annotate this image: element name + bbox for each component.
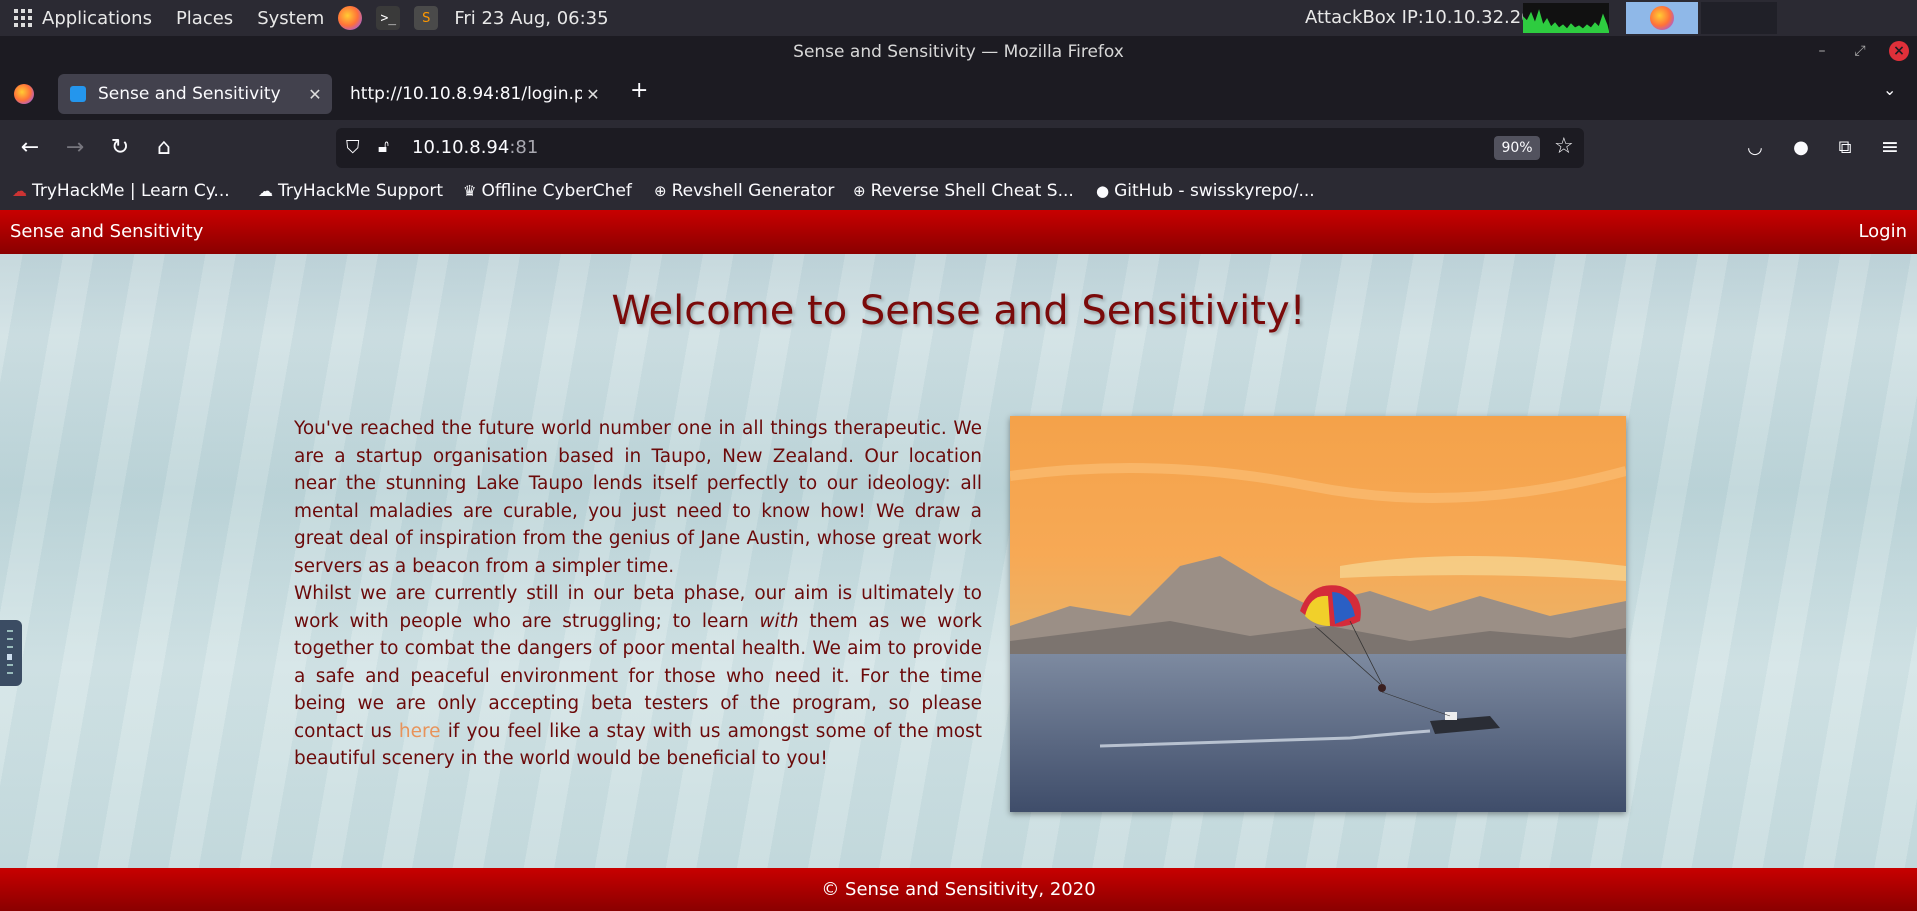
intro-paragraph-1: You've reached the future world number o… [294,418,982,577]
close-tab-icon[interactable]: ✕ [582,85,604,104]
contact-here-link[interactable]: here [399,721,441,742]
bookmark-revshell-generator[interactable]: ⊕ Revshell Generator [654,181,834,201]
insecure-lock-icon[interactable]: 🔓︎ [378,137,389,157]
bookmark-tryhackme-support[interactable]: ☁ TryHackMe Support [258,181,443,201]
places-menu[interactable]: Places [176,8,233,29]
globe-icon: ⊕ [853,182,866,200]
url-host: 10.10.8.94 [412,137,510,158]
bookmark-label: Offline CyberChef [481,181,632,201]
terminal-launcher-icon[interactable]: >_ [376,6,401,30]
top-panel: Applications Places System >_ S Fri 23 A… [0,0,1917,36]
lake-taupo-photo [1010,416,1626,812]
minimize-icon[interactable]: – [1812,41,1832,61]
pocket-icon[interactable]: ◡ [1740,133,1770,163]
maximize-icon[interactable]: ⤢ [1850,41,1870,61]
site-footer: © Sense and Sensitivity, 2020 [0,868,1917,911]
applications-menu[interactable]: Applications [42,8,152,29]
bookmark-offline-cyberchef[interactable]: ♛ Offline CyberChef [463,181,632,201]
bookmark-star-icon[interactable]: ☆ [1554,134,1574,159]
docker-favicon-icon [70,86,86,102]
close-window-icon[interactable]: × [1889,41,1909,61]
site-brand[interactable]: Sense and Sensitivity [10,221,203,242]
tab-login[interactable]: http://10.10.8.94:81/login.php ✕ [340,74,610,114]
back-icon[interactable]: ← [15,133,45,163]
firefox-taskbar-button[interactable] [1626,2,1698,34]
extension-badge-icon[interactable]: ● [1786,133,1816,163]
bookmark-github-swisskyrepo[interactable]: ● GitHub - swisskyrepo/... [1096,181,1315,201]
bookmark-label: GitHub - swisskyrepo/... [1114,181,1315,201]
side-panel-handle[interactable] [0,620,22,686]
bookmark-label: Reverse Shell Cheat S... [870,181,1074,201]
new-tab-icon[interactable]: + [630,78,648,103]
shield-icon[interactable]: ⛉ [346,137,360,158]
intro-text: You've reached the future world number o… [294,415,982,773]
home-icon[interactable]: ⌂ [149,133,179,163]
bookmark-label: TryHackMe | Learn Cy... [32,181,230,201]
bookmark-reverse-shell-cheat[interactable]: ⊕ Reverse Shell Cheat S... [853,181,1074,201]
reload-icon[interactable]: ↻ [105,133,135,163]
support-icon: ☁ [258,182,273,200]
github-icon: ● [1096,182,1110,200]
tab-title: Sense and Sensitivity [98,84,281,104]
system-menu[interactable]: System [257,8,324,29]
chef-icon: ♛ [463,182,477,200]
applications-grid-icon[interactable] [14,9,32,27]
bookmark-tryhackme[interactable]: ☁ TryHackMe | Learn Cy... [12,181,230,201]
emphasis-with: with [759,610,799,632]
list-tabs-chevron-icon[interactable]: ⌄ [1883,80,1896,99]
attackbox-ip: AttackBox IP:10.10.32.202 [1305,7,1545,28]
url-bar[interactable]: ⛉ 🔓︎ 10.10.8.94:81 90% ☆ [336,128,1584,168]
bookmark-label: Revshell Generator [671,181,835,201]
globe-icon: ⊕ [654,182,667,200]
bookmarks-toolbar: ☁ TryHackMe | Learn Cy... ☁ TryHackMe Supp… [0,176,1917,210]
firefox-icon [1650,6,1674,30]
login-link[interactable]: Login [1858,221,1907,242]
tab-sense-and-sensitivity[interactable]: Sense and Sensitivity ✕ [58,74,332,114]
close-tab-icon[interactable]: ✕ [304,85,326,104]
intro-paragraph-2: Whilst we are currently still in our bet… [294,580,982,773]
workspace-switcher[interactable] [1701,2,1777,34]
tryhackme-icon: ☁ [12,182,27,200]
zoom-level[interactable]: 90% [1494,136,1540,160]
site-navbar: Sense and Sensitivity Login [0,210,1917,254]
cpu-monitor-graph [1523,3,1609,33]
url-text[interactable]: 10.10.8.94:81 [412,137,538,158]
app-menu-icon[interactable]: ≡ [1875,133,1905,163]
tab-bar: Sense and Sensitivity ✕ http://10.10.8.9… [0,68,1917,120]
page-heading: Welcome to Sense and Sensitivity! [611,288,1306,334]
firefox-view-icon[interactable] [14,84,34,104]
tab-title: http://10.10.8.94:81/login.php [350,84,582,104]
url-port: :81 [509,137,539,158]
extensions-icon[interactable]: ⧉ [1830,133,1860,163]
bookmark-label: TryHackMe Support [278,181,444,201]
window-title: Sense and Sensitivity — Mozilla Firefox [0,36,1917,68]
navigation-toolbar: ← → ↻ ⌂ ⛉ 🔓︎ 10.10.8.94:81 90% ☆ ◡ ● ⧉ ≡ [0,120,1917,176]
firefox-launcher-icon[interactable] [338,6,363,30]
panel-clock[interactable]: Fri 23 Aug, 06:35 [454,8,608,29]
forward-icon[interactable]: → [60,133,90,163]
web-page: Sense and Sensitivity Login Welcome to S… [0,210,1917,911]
sublime-launcher-icon[interactable]: S [414,6,439,30]
